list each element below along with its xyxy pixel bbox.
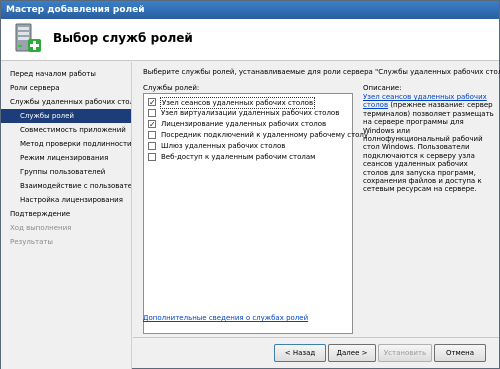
role-service-label: Узел виртуализации удаленных рабочих сто… [161, 109, 340, 117]
checkbox-unchecked[interactable] [148, 109, 156, 117]
description-text: Узел сеансов удаленных рабочих столов (п… [363, 93, 495, 194]
sidebar-item[interactable]: Перед началом работы [1, 67, 131, 81]
more-info-link[interactable]: Дополнительные сведения о службах ролей [143, 314, 308, 322]
role-services-list[interactable]: ✓ Узел сеансов удаленных рабочих столов Уз… [143, 93, 368, 334]
role-service-item[interactable]: ✓ Лицензирование удаленных рабочих столов [144, 119, 352, 129]
checkbox-checked[interactable]: ✓ [148, 120, 156, 129]
sidebar-item: Ход выполнения [10, 224, 72, 232]
wizard-header: Выбор служб ролей [1, 19, 499, 61]
role-service-label: Посредник подключений к удаленному рабоч… [161, 131, 369, 139]
role-service-item[interactable]: Посредник подключений к удаленному рабоч… [144, 130, 368, 140]
wizard-steps-sidebar: Перед началом работы Роли сервера Службы у… [1, 62, 132, 369]
role-service-item[interactable]: ✓ Узел сеансов удаленных рабочих столов [144, 97, 352, 109]
sidebar-item[interactable]: Метод проверки подлинности [1, 137, 131, 151]
cancel-button[interactable]: Отмена [434, 344, 486, 362]
sidebar-item[interactable]: Подтверждение [1, 207, 131, 221]
checkbox-unchecked[interactable] [148, 142, 156, 150]
sidebar-item[interactable]: Роли сервера [1, 81, 131, 95]
sidebar-item[interactable]: Группы пользователей [1, 165, 131, 179]
page-title: Выбор служб ролей [53, 31, 193, 45]
checkbox-unchecked[interactable] [148, 131, 156, 139]
divider [133, 337, 499, 338]
window-title: Мастер добавления ролей [1, 1, 499, 19]
role-service-item[interactable]: Узел виртуализации удаленных рабочих сто… [144, 108, 352, 118]
sidebar-item[interactable]: Службы ролей [1, 109, 131, 123]
description-body: (прежнее название: сервер терминалов) по… [363, 101, 494, 194]
server-add-icon [13, 23, 43, 55]
sidebar-item[interactable]: Совместимость приложений [1, 123, 131, 137]
install-button[interactable]: Установить [378, 344, 432, 362]
role-service-label: Лицензирование удаленных рабочих столов [161, 120, 327, 128]
role-service-item[interactable]: Шлюз удаленных рабочих столов [144, 141, 352, 151]
wizard-window: Мастер добавления ролей Выбор служб роле… [0, 0, 500, 369]
instruction-text: Выберите службы ролей, устанавливаемые д… [143, 68, 500, 76]
main-content: Выберите службы ролей, устанавливаемые д… [133, 62, 500, 337]
sidebar-item[interactable]: Режим лицензирования [1, 151, 131, 165]
sidebar-item[interactable]: Взаимодействие с пользователем [1, 179, 131, 193]
role-service-label: Веб-доступ к удаленным рабочим столам [161, 153, 316, 161]
back-button[interactable]: < Назад [274, 344, 326, 362]
checkbox-checked[interactable]: ✓ [148, 98, 156, 107]
role-service-label: Шлюз удаленных рабочих столов [161, 142, 286, 150]
sidebar-item: Результаты [10, 238, 53, 246]
role-service-item[interactable]: Веб-доступ к удаленным рабочим столам [144, 152, 352, 162]
description-label: Описание: [363, 84, 402, 92]
next-button[interactable]: Далее > [328, 344, 376, 362]
sidebar-item[interactable]: Настройка лицензирования [1, 193, 131, 207]
sidebar-item[interactable]: Службы удаленных рабочих столов [1, 95, 131, 109]
roles-label: Службы ролей: [143, 84, 200, 92]
checkbox-unchecked[interactable] [148, 153, 156, 161]
